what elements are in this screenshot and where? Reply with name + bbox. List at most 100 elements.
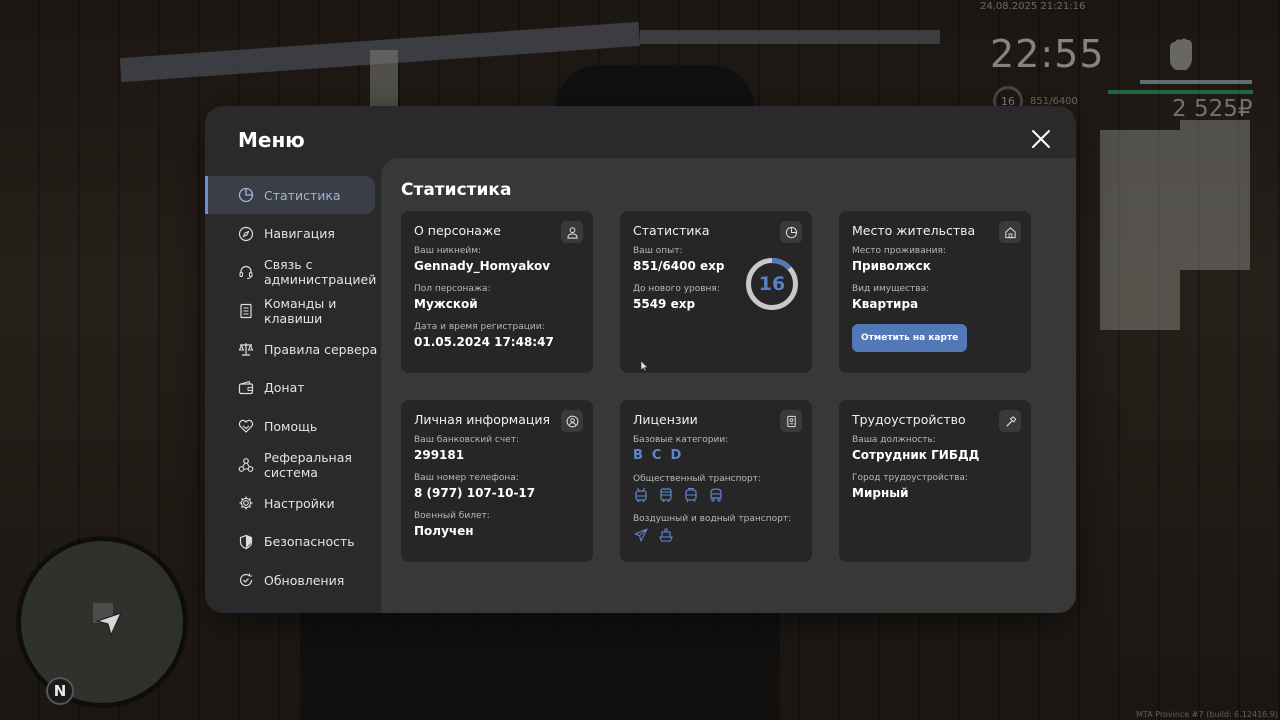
property-type-label: Вид имущества: (852, 284, 930, 294)
license-categories: B C D (633, 448, 799, 463)
background-beam (640, 30, 940, 44)
build-info: MTA Province #7 (build: 6.12416.9) (1136, 710, 1278, 719)
id-badge-icon (780, 410, 802, 432)
card-title: Лицензии (633, 412, 698, 427)
card-title: Место жительства (852, 223, 976, 238)
sidebar-item-statistics[interactable]: Статистика (205, 176, 375, 214)
trolleybus-icon (633, 487, 649, 503)
background-pillar (1180, 120, 1250, 270)
pie-chart-icon (780, 221, 802, 243)
document-icon (238, 303, 254, 319)
sidebar-item-updates[interactable]: Обновления (205, 561, 381, 599)
card-title: О персонаже (414, 223, 501, 238)
job-city-value: Мирный (852, 486, 909, 500)
sidebar-item-label: Команды и клавиши (264, 295, 337, 326)
player-arrow-icon (93, 603, 123, 637)
network-icon (238, 457, 254, 473)
close-icon[interactable] (1030, 128, 1052, 150)
job-city-label: Город трудоустройства: (852, 473, 968, 483)
sidebar-item-rules[interactable]: Правила сервера (205, 330, 381, 368)
sidebar-item-donate[interactable]: Донат (205, 369, 381, 407)
job-position-value: Сотрудник ГИБДД (852, 448, 980, 462)
sidebar-item-label: Безопасность (264, 534, 355, 549)
sidebar-item-commands[interactable]: Команды и клавиши (205, 292, 381, 330)
sidebar-item-label: Навигация (264, 226, 335, 241)
character-card: О персонаже Ваш никнейм: Gennady_Homyako… (401, 211, 593, 373)
background-pillar (370, 50, 398, 110)
user-circle-icon (561, 410, 583, 432)
sidebar-item-label: Реферальная система (264, 449, 352, 480)
airplane-icon (633, 527, 649, 543)
compass-north: N (46, 677, 74, 705)
sidebar-item-security[interactable]: Безопасность (205, 523, 381, 561)
minimap (18, 538, 186, 706)
sidebar-item-admin-contact[interactable]: Связь с администрацией (205, 253, 381, 291)
background-pillar (1100, 130, 1180, 330)
sidebar-item-label: Правила сервера (264, 341, 378, 357)
level-number: 16 (758, 273, 786, 295)
personal-info-card: Личная информация Ваш банковский счет: 2… (401, 400, 593, 562)
sidebar-item-help[interactable]: Помощь (205, 407, 381, 445)
hud-datetime: 24.08.2025 21:21:16 (980, 1, 1086, 12)
card-title: Личная информация (414, 412, 551, 427)
gender-label: Пол персонажа: (414, 284, 491, 294)
level-progress-ring: 16 (744, 256, 800, 312)
minibus-icon (708, 487, 724, 503)
user-icon (561, 221, 583, 243)
registration-value: 01.05.2024 17:48:47 (414, 335, 554, 349)
card-title: Статистика (633, 223, 710, 238)
residence-card: Место жительства Место проживания: Приво… (839, 211, 1031, 373)
gender-value: Мужской (414, 297, 478, 311)
sidebar-item-navigation[interactable]: Навигация (205, 215, 381, 253)
license-category-d: D (670, 448, 682, 463)
tram-icon (683, 487, 699, 503)
sidebar: Статистика Навигация Связь с администрац… (205, 176, 381, 600)
property-type-value: Квартира (852, 297, 919, 311)
employment-card: Трудоустройство Ваша должность: Сотрудни… (839, 400, 1031, 562)
bus-icon (658, 487, 674, 503)
hud-armor-bar (1140, 80, 1252, 84)
military-id-value: Получен (414, 524, 474, 538)
mark-on-map-button[interactable]: Отметить на карте (852, 324, 968, 352)
air-water-transport-label: Воздушный и водный транспорт: (633, 514, 792, 524)
hud-health-bar (1108, 90, 1253, 94)
phone-label: Ваш номер телефона: (414, 473, 519, 483)
compass-icon (238, 226, 254, 242)
mouse-cursor-icon (641, 361, 648, 371)
character-head (555, 65, 755, 110)
nickname-value: Gennady_Homyakov (414, 259, 551, 273)
hud-clock: 22:55 (990, 32, 1105, 76)
sidebar-item-settings[interactable]: Настройки (205, 484, 381, 522)
exp-label: Ваш опыт: (633, 246, 683, 256)
menu-window: Меню Статистика Навигация Связь с админи… (205, 106, 1076, 613)
home-icon (999, 221, 1021, 243)
menu-title: Меню (238, 128, 305, 152)
residence-place-value: Приволжск (852, 259, 931, 273)
residence-place-label: Место проживания: (852, 246, 946, 256)
ship-icon (658, 527, 674, 543)
content-panel: Статистика О персонаже Ваш никнейм: Genn… (381, 158, 1076, 613)
pie-chart-icon (238, 187, 254, 203)
fist-icon (1170, 38, 1192, 70)
sidebar-item-label: Обновления (264, 572, 345, 588)
public-transport-icons (633, 487, 799, 503)
scales-icon (238, 341, 254, 357)
shield-icon (238, 534, 254, 550)
phone-value: 8 (977) 107-10-17 (414, 486, 536, 500)
licenses-card: Лицензии Базовые категории: B C D Общест… (620, 400, 812, 562)
license-category-c: C (651, 448, 662, 463)
gear-icon (238, 495, 254, 511)
hammer-icon (999, 410, 1021, 432)
air-water-transport-icons (633, 527, 799, 543)
sidebar-item-referral[interactable]: Реферальная система (205, 446, 381, 484)
handshake-heart-icon (238, 418, 254, 434)
bank-account-label: Ваш банковский счет: (414, 435, 520, 445)
registration-label: Дата и время регистрации: (414, 322, 545, 332)
hud-money: 2 525₽ (1172, 96, 1253, 122)
refresh-check-icon (238, 572, 254, 588)
headset-icon (238, 264, 254, 280)
sidebar-item-label: Связь с администрацией (264, 257, 377, 287)
character-body (300, 610, 780, 720)
content-title: Статистика (401, 180, 512, 200)
bank-account-value: 299181 (414, 448, 465, 462)
